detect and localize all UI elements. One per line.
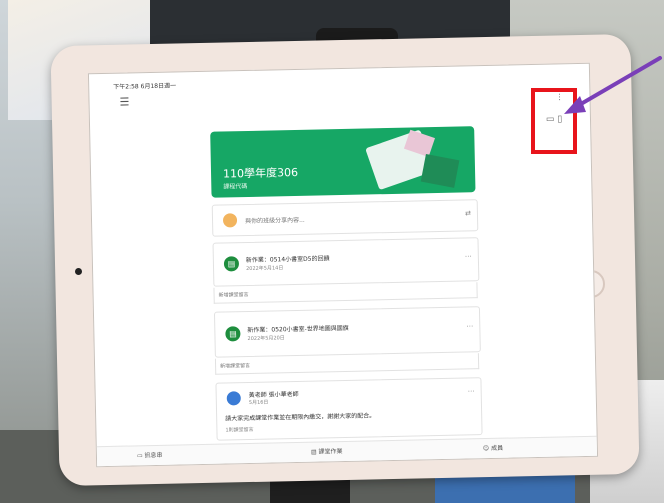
nav-label: 課堂作業 — [318, 448, 343, 456]
post-body: 請大家完成課堂作業並在期限內繳交，謝謝大家的配合。 — [225, 412, 376, 423]
status-bar: 下午2:58 6月18日週一 — [113, 82, 177, 91]
avatar — [222, 213, 238, 228]
post-author: 黃老師 張小華老師 — [248, 390, 299, 400]
assignment-date: 2022年5月14日 — [246, 265, 284, 273]
announce-placeholder: 與你的班級分享內容... — [244, 216, 305, 226]
nav-classwork[interactable]: ▤ 課堂作業 — [311, 446, 343, 456]
more-icon[interactable]: ⋯ — [465, 252, 472, 260]
menu-icon[interactable]: ☰ — [119, 95, 129, 108]
nav-stream[interactable]: ▭ 訊息串 — [137, 450, 163, 460]
assignment-date: 2022年5月20日 — [247, 335, 285, 343]
nav-label: 成員 — [490, 444, 504, 452]
class-title: 110學年度306 — [222, 165, 299, 181]
nav-label: 訊息串 — [144, 451, 163, 460]
assignment-title: 新作業：0514小書室D5的回饋 — [245, 255, 330, 265]
repost-icon[interactable]: ⇄ — [465, 209, 471, 217]
more-icon[interactable]: ⋯ — [466, 322, 473, 330]
camera-icon — [75, 268, 82, 275]
avatar — [226, 391, 241, 406]
post-date: 5月16日 — [248, 399, 269, 407]
more-icon[interactable]: ⋯ — [468, 387, 475, 395]
assignment-icon: ▤ — [223, 256, 240, 272]
announce-box[interactable]: 與你的班級分享內容... ⇄ — [211, 199, 479, 237]
post-comment-count[interactable]: 1則課堂留言 — [225, 426, 253, 434]
tablet-screen: 下午2:58 6月18日週一 ☰ ⋮ ▭ ▯ 110學年度306 課程代碼 與你… — [87, 62, 599, 468]
assignment-icon: ▤ — [225, 326, 241, 342]
banner-illustration — [420, 154, 460, 188]
class-subtitle: 課程代碼 — [223, 182, 248, 191]
classwork-icon: ▤ — [310, 448, 319, 456]
class-banner: 110學年度306 課程代碼 — [210, 126, 476, 198]
stream-icon: ▭ — [136, 452, 145, 460]
assignment-title: 新作業：0520小書室-世界地圖與國旗 — [247, 324, 349, 335]
post-card[interactable]: 黃老師 張小華老師 5月16日 ⋯ 請大家完成課堂作業並在期限內繳交，謝謝大家的… — [215, 377, 483, 441]
annotation-arrow-icon — [564, 56, 662, 114]
assignment-card[interactable]: ▤ 新作業：0514小書室D5的回饋 2022年5月14日 ⋯ — [212, 237, 480, 287]
nav-people[interactable]: ☺ 成員 — [483, 443, 503, 452]
assignment-card[interactable]: ▤ 新作業：0520小書室-世界地圖與國旗 2022年5月20日 ⋯ — [213, 306, 481, 358]
